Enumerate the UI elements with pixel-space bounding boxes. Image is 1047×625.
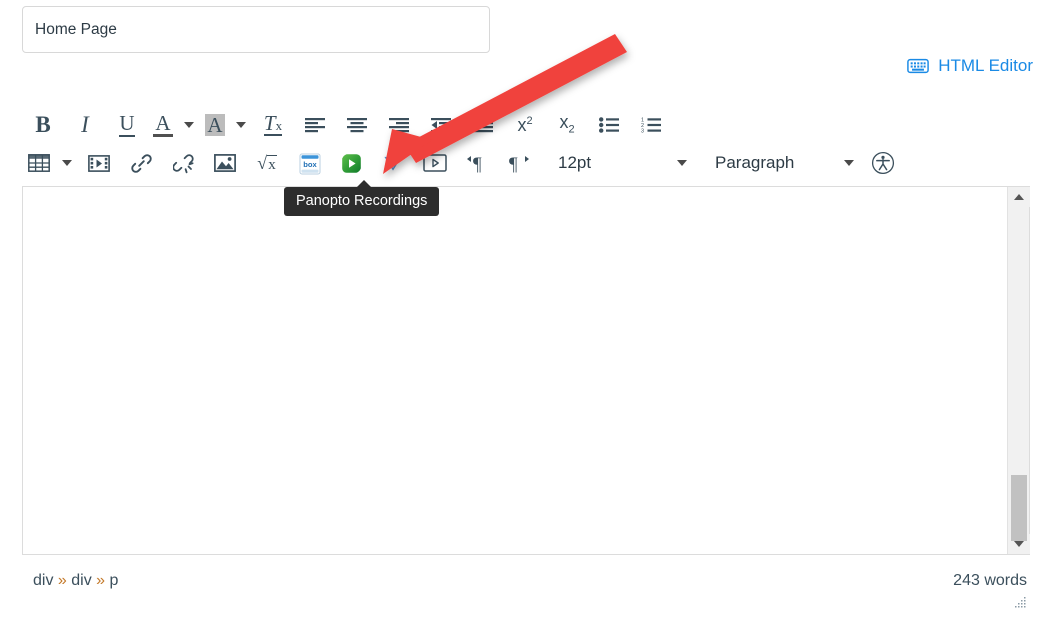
block-format-select[interactable]: Paragraph	[715, 148, 860, 178]
align-left-icon	[305, 117, 325, 133]
blue-v-icon	[382, 152, 404, 174]
vimeo-button[interactable]	[372, 147, 414, 179]
toolbar-row-formatting: B I U A A Tx x2 x2 1 2 3	[22, 105, 1025, 144]
link-icon	[130, 153, 152, 174]
editor-status-bar: div » div » p 243 words	[22, 570, 1030, 608]
paragraph-ltr-icon: ¶	[466, 153, 488, 173]
film-icon	[88, 154, 110, 172]
underline-button[interactable]: U	[106, 109, 148, 141]
align-center-icon	[347, 117, 367, 133]
table-button[interactable]	[22, 147, 56, 179]
accessibility-icon	[871, 151, 895, 175]
text-color-button[interactable]: A	[148, 109, 178, 141]
background-color-button[interactable]: A	[200, 109, 230, 141]
bold-icon: B	[35, 112, 51, 137]
chevron-down-icon	[184, 121, 194, 128]
accessibility-checker-button[interactable]	[862, 147, 904, 179]
indent-button[interactable]	[462, 109, 504, 141]
italic-icon: I	[81, 112, 89, 137]
scrollbar-track[interactable]	[1008, 207, 1030, 541]
numbered-list-icon: 1 2 3	[641, 117, 661, 133]
chevron-down-icon	[62, 160, 72, 166]
align-center-button[interactable]	[336, 109, 378, 141]
table-dropdown[interactable]	[56, 147, 78, 179]
clear-formatting-icon: Tx	[263, 111, 283, 136]
svg-text:box: box	[303, 160, 317, 169]
tooltip-arrow	[356, 180, 372, 188]
math-sqrt-icon: √x	[257, 152, 277, 173]
subscript-icon: x2	[559, 112, 575, 136]
html-editor-label: HTML Editor	[938, 56, 1033, 75]
page-title-field-wrapper	[22, 6, 490, 53]
background-color-icon: A	[205, 112, 225, 137]
outdent-button[interactable]	[420, 109, 462, 141]
element-path[interactable]: div » div » p	[33, 572, 118, 590]
image-icon	[214, 154, 236, 172]
unlink-icon	[172, 153, 194, 174]
outdent-icon	[431, 117, 451, 133]
unlink-button[interactable]	[162, 147, 204, 179]
resize-grip-icon[interactable]	[1013, 596, 1027, 608]
ltr-direction-button[interactable]: ¶	[456, 147, 498, 179]
text-color-icon: A	[153, 111, 173, 137]
clear-formatting-button[interactable]: Tx	[252, 109, 294, 141]
svg-text:3: 3	[641, 128, 644, 132]
scroll-up-button[interactable]	[1007, 187, 1030, 207]
rtl-direction-button[interactable]: ¶	[498, 147, 540, 179]
svg-text:¶: ¶	[473, 154, 482, 173]
text-color-dropdown[interactable]	[178, 109, 200, 141]
align-right-icon	[389, 117, 409, 133]
superscript-icon: x2	[517, 114, 533, 135]
panopto-icon	[339, 151, 364, 176]
editor-toolbar: B I U A A Tx x2 x2 1 2 3 √x box ¶ ¶ 12pt…	[22, 105, 1025, 182]
indent-icon	[473, 117, 493, 133]
chevron-down-icon	[677, 160, 687, 166]
editor-content-area	[22, 186, 1030, 555]
embed-video-button[interactable]	[414, 147, 456, 179]
scrollbar-thumb[interactable]	[1010, 475, 1027, 541]
tooltip-label: Panopto Recordings	[296, 193, 428, 209]
triangle-up-icon	[1013, 194, 1024, 200]
triangle-down-icon	[1013, 541, 1024, 547]
page-title-input[interactable]	[22, 6, 490, 53]
bulleted-list-button[interactable]	[588, 109, 630, 141]
bold-button[interactable]: B	[22, 109, 64, 141]
toolbar-row-insert: √x box ¶ ¶ 12pt Paragraph	[22, 144, 1025, 182]
editor-vertical-scrollbar[interactable]	[1007, 187, 1030, 554]
editor-canvas[interactable]	[23, 187, 1007, 554]
align-right-button[interactable]	[378, 109, 420, 141]
video-play-icon	[423, 154, 447, 172]
italic-button[interactable]: I	[64, 109, 106, 141]
box-icon: box	[299, 153, 320, 174]
align-left-button[interactable]	[294, 109, 336, 141]
background-color-dropdown[interactable]	[230, 109, 252, 141]
link-button[interactable]	[120, 147, 162, 179]
box-button[interactable]: box	[288, 147, 330, 179]
image-button[interactable]	[204, 147, 246, 179]
svg-text:¶: ¶	[509, 154, 518, 173]
panopto-recordings-tooltip: Panopto Recordings	[284, 180, 440, 216]
media-button[interactable]	[78, 147, 120, 179]
underline-icon: U	[119, 110, 135, 137]
superscript-button[interactable]: x2	[504, 109, 546, 141]
panopto-recordings-button[interactable]	[330, 147, 372, 179]
table-icon	[28, 154, 50, 172]
html-editor-link[interactable]: HTML Editor	[907, 56, 1033, 76]
paragraph-rtl-icon: ¶	[508, 153, 530, 173]
block-format-value: Paragraph	[715, 153, 795, 172]
rich-content-editor: HTML Editor B I U A A	[0, 0, 1047, 625]
word-count: 243 words	[953, 572, 1027, 589]
keyboard-icon	[907, 58, 930, 74]
bulleted-list-icon	[599, 116, 619, 133]
subscript-button[interactable]: x2	[546, 109, 588, 141]
math-equation-button[interactable]: √x	[246, 147, 288, 179]
chevron-down-icon	[236, 121, 246, 128]
chevron-down-icon	[844, 160, 854, 166]
numbered-list-button[interactable]: 1 2 3	[630, 109, 672, 141]
font-size-select[interactable]: 12pt	[558, 148, 693, 178]
font-size-value: 12pt	[558, 153, 592, 172]
